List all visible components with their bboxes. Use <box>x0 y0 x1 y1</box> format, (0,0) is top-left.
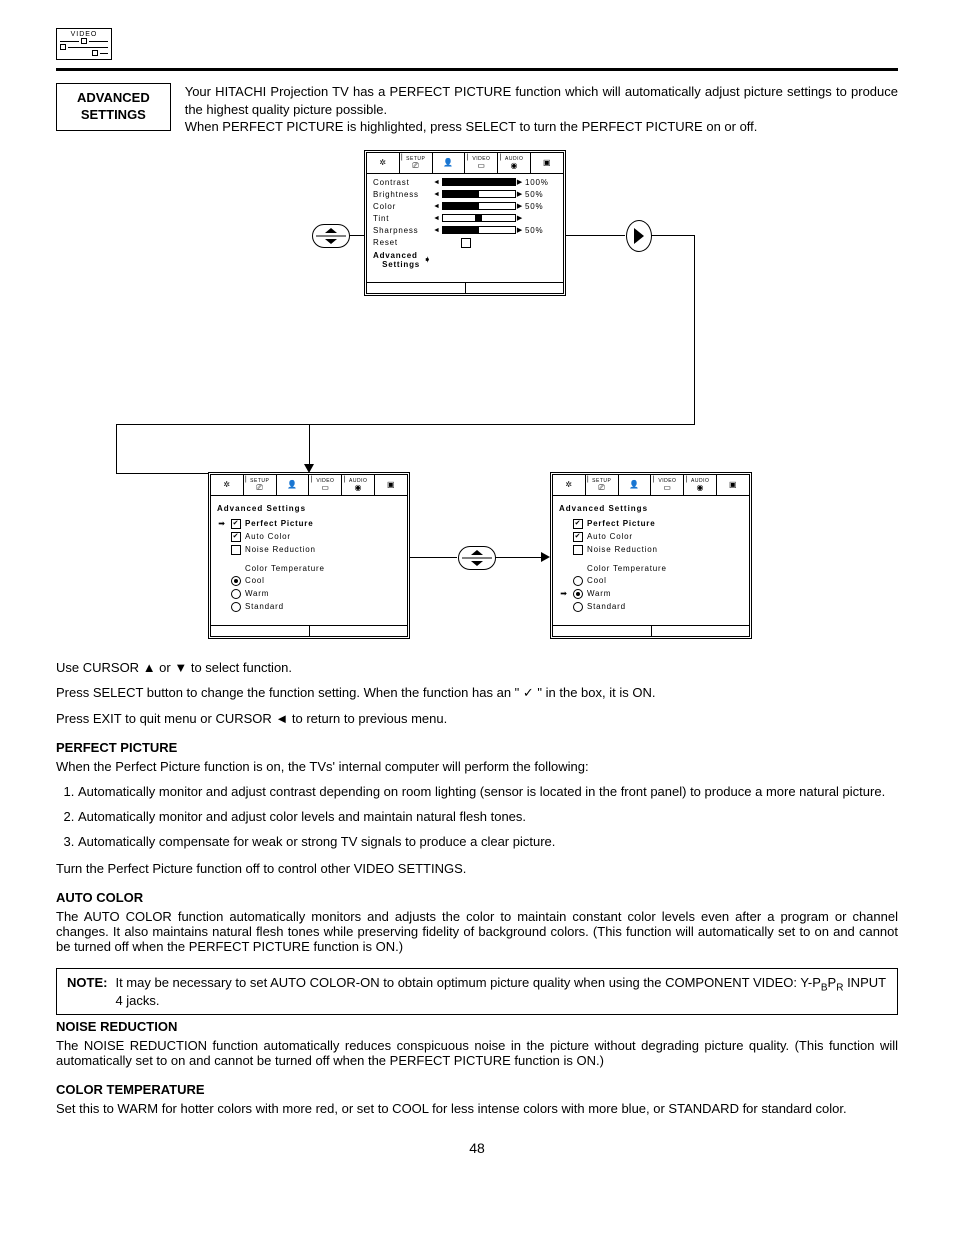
cursor-up-down-button-2[interactable] <box>458 546 496 570</box>
osd-advanced-left: ✲ |SETUP⎚ 👤 |VIDEO▭ |AUDIO◉ ▣ Advanced S… <box>208 472 410 639</box>
perfect-picture-outro: Turn the Perfect Picture function off to… <box>56 861 898 876</box>
note-text: It may be necessary to set AUTO COLOR-ON… <box>115 975 887 1009</box>
osd-advanced-right: ✲ |SETUP⎚ 👤 |VIDEO▭ |AUDIO◉ ▣ Advanced S… <box>550 472 752 639</box>
perfect-picture-list: Automatically monitor and adjust contras… <box>56 784 898 849</box>
advanced-settings-heading: ADVANCEDSETTINGS <box>56 83 171 131</box>
select-button[interactable] <box>626 220 652 252</box>
note-label: NOTE: <box>67 975 107 1009</box>
note-box: NOTE: It may be necessary to set AUTO CO… <box>56 968 898 1016</box>
page-number: 48 <box>56 1140 898 1156</box>
auto-color-body: The AUTO COLOR function automatically mo… <box>56 909 898 954</box>
divider <box>56 68 898 71</box>
video-chip-label: VIDEO <box>60 31 108 38</box>
perfect-picture-heading: PERFECT PICTURE <box>56 740 898 755</box>
instruction-line-1: Use CURSOR ▲ or ▼ to select function. <box>56 660 898 675</box>
video-chip: VIDEO <box>56 28 112 60</box>
instruction-line-3: Press EXIT to quit menu or CURSOR ◄ to r… <box>56 711 898 726</box>
instruction-line-2: Press SELECT button to change the functi… <box>56 685 898 701</box>
menu-diagram: ✲ |SETUP⎚ 👤 |VIDEO▭ |AUDIO◉ ▣ Contrast◄▶… <box>56 146 898 656</box>
noise-reduction-heading: NOISE REDUCTION <box>56 1019 898 1034</box>
cursor-up-down-button[interactable] <box>312 224 350 248</box>
color-temperature-body: Set this to WARM for hotter colors with … <box>56 1101 898 1116</box>
color-temperature-heading: COLOR TEMPERATURE <box>56 1082 898 1097</box>
auto-color-heading: AUTO COLOR <box>56 890 898 905</box>
intro-text: Your HITACHI Projection TV has a PERFECT… <box>185 83 898 136</box>
osd-video-menu: ✲ |SETUP⎚ 👤 |VIDEO▭ |AUDIO◉ ▣ Contrast◄▶… <box>364 150 566 296</box>
perfect-picture-intro: When the Perfect Picture function is on,… <box>56 759 898 774</box>
noise-reduction-body: The NOISE REDUCTION function automatical… <box>56 1038 898 1068</box>
